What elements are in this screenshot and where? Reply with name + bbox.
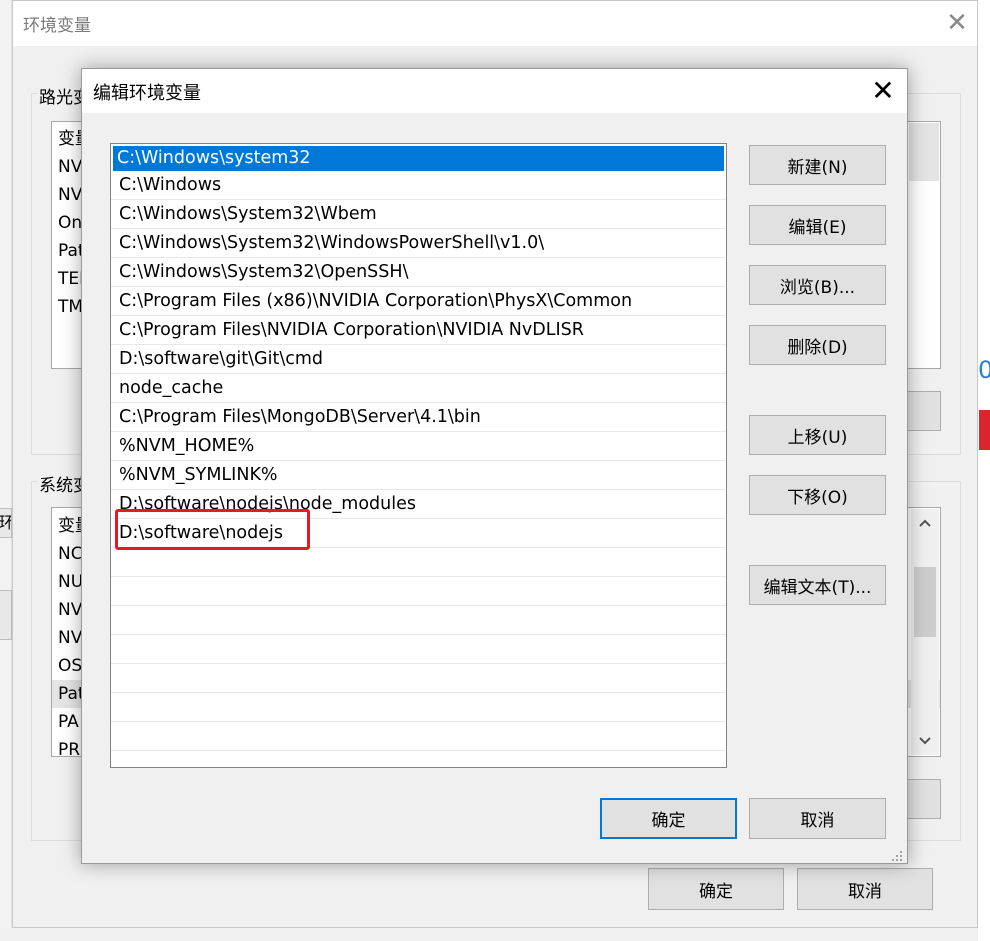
move-down-button[interactable]: 下移(O) [749,475,886,515]
parent-ok-button[interactable]: 确定 [648,868,784,910]
path-row[interactable]: C:\Windows\System32\WindowsPowerShell\v1… [111,229,726,258]
path-row[interactable]: %NVM_HOME% [111,432,726,461]
path-row[interactable]: C:\Windows\System32\Wbem [111,200,726,229]
edit-environment-variable-dialog: 编辑环境变量 ✕ C:\Windows\system32 C:\Windows … [81,68,908,864]
resize-grip-icon[interactable] [888,847,904,863]
parent-cancel-button[interactable]: 取消 [797,868,933,910]
path-list[interactable]: C:\Windows\system32 C:\Windows C:\Window… [110,143,727,768]
parent-window-title: 环境变量 [23,16,91,36]
dialog-close-icon[interactable]: ✕ [868,76,898,106]
taskbar-area [0,928,990,941]
empty-row[interactable] [111,751,726,767]
empty-row[interactable] [111,693,726,722]
system-delete-button-partial[interactable] [903,779,941,819]
highlight-annotation-box [115,509,310,550]
path-row[interactable]: C:\Program Files\MongoDB\Server\4.1\bin [111,403,726,432]
path-row[interactable]: C:\Windows\System32\OpenSSH\ [111,258,726,287]
empty-row[interactable] [111,664,726,693]
edit-text-button[interactable]: 编辑文本(T)... [749,565,886,605]
path-row[interactable]: C:\Program Files (x86)\NVIDIA Corporatio… [111,287,726,316]
empty-row[interactable] [111,635,726,664]
path-row[interactable]: D:\software\git\Git\cmd [111,345,726,374]
browse-button[interactable]: 浏览(B)... [749,265,886,305]
empty-row[interactable] [111,548,726,577]
user-delete-button-partial[interactable] [903,391,941,431]
system-list-scrollbar[interactable] [911,509,939,755]
dialog-cancel-button[interactable]: 取消 [749,798,886,839]
path-row[interactable]: node_cache [111,374,726,403]
dialog-titlebar: 编辑环境变量 ✕ [82,69,907,113]
background-app-edge [978,0,990,941]
path-row[interactable]: C:\Windows [111,171,726,200]
move-up-button[interactable]: 上移(U) [749,415,886,455]
scroll-up-icon[interactable] [919,519,931,527]
background-app-text: 0 [978,356,990,384]
background-tab-fragment: 环 [0,508,12,538]
path-row-selected[interactable]: C:\Windows\system32 [113,146,724,171]
user-list-scrollbar[interactable] [909,123,939,181]
edit-button[interactable]: 编辑(E) [749,205,886,245]
scroll-down-icon[interactable] [919,737,931,745]
background-window-edge [0,0,12,941]
background-panel-fragment [0,590,12,640]
background-app-logo [979,410,990,450]
path-row[interactable]: C:\Program Files\NVIDIA Corporation\NVID… [111,316,726,345]
parent-titlebar: 环境变量 ✕ [13,1,977,46]
empty-row[interactable] [111,606,726,635]
empty-row[interactable] [111,722,726,751]
dialog-ok-button[interactable]: 确定 [600,798,737,839]
dialog-title: 编辑环境变量 [93,83,201,104]
path-row[interactable]: %NVM_SYMLINK% [111,461,726,490]
empty-row[interactable] [111,577,726,606]
new-button[interactable]: 新建(N) [749,145,886,185]
parent-close-icon[interactable]: ✕ [943,9,971,37]
delete-button[interactable]: 删除(D) [749,325,886,365]
scroll-thumb[interactable] [914,567,936,637]
